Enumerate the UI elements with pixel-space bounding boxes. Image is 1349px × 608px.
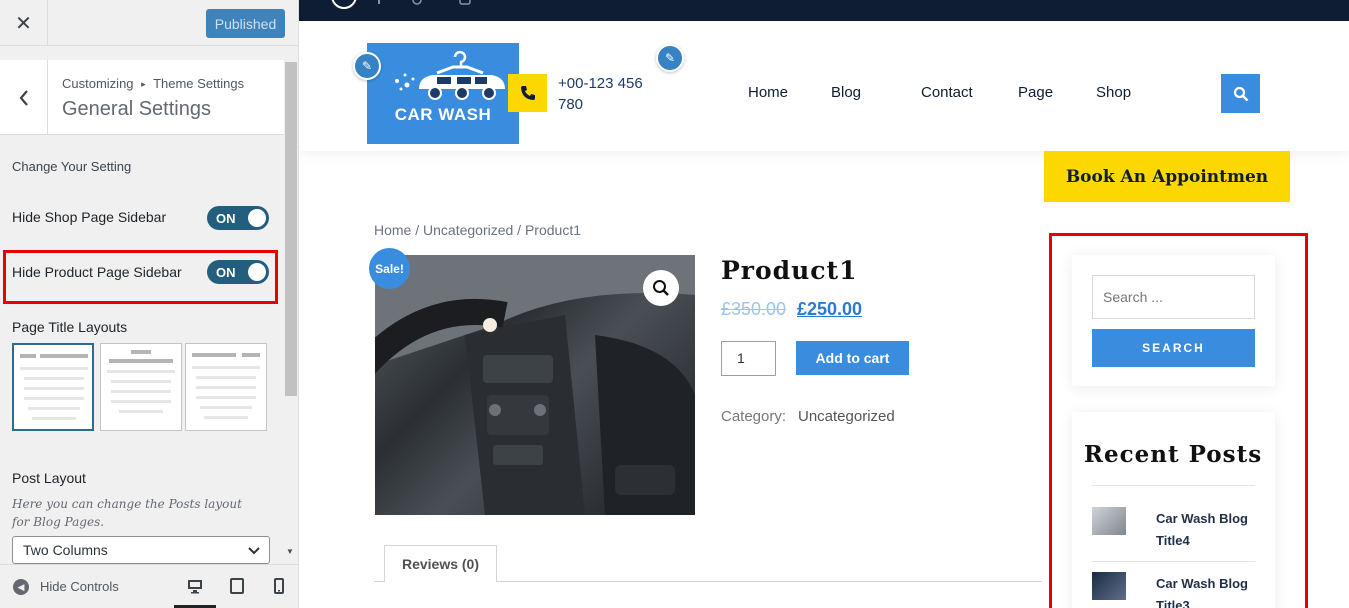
sidebar-highlight-box [1049, 233, 1308, 608]
add-to-cart-button[interactable]: Add to cart [796, 341, 909, 375]
desktop-icon[interactable] [187, 578, 203, 594]
search-icon [1233, 86, 1248, 101]
header-search-button[interactable] [1221, 74, 1260, 113]
hide-shop-sidebar-label: Hide Shop Page Sidebar [12, 209, 167, 225]
twitter-icon[interactable] [411, 0, 423, 10]
published-button[interactable]: Published [206, 9, 285, 38]
layout-option-1[interactable] [12, 343, 94, 431]
toggle-knob [248, 263, 266, 281]
toggle-state: ON [216, 265, 236, 280]
hide-product-sidebar-label: Hide Product Page Sidebar [12, 264, 182, 280]
phone-icon-box [508, 74, 547, 112]
change-setting-label: Change Your Setting [12, 159, 132, 174]
post-layout-description: Here you can change the Posts layout for… [12, 497, 242, 529]
sale-badge: Sale! [369, 248, 410, 289]
nav-page[interactable]: Page [1018, 84, 1053, 101]
logo-text: CAR WASH [394, 105, 492, 124]
customizer-panel: ✕ Published Customizing ▸ Theme Settings… [0, 0, 299, 608]
back-button[interactable] [0, 60, 48, 135]
breadcrumb-separator: ▸ [141, 79, 146, 89]
scrollbar-thumb[interactable] [285, 62, 297, 396]
post-layout-select[interactable]: Two Columns [12, 536, 270, 564]
edit-logo-shortcut[interactable]: ✎ [353, 52, 381, 80]
tab-reviews[interactable]: Reviews (0) [384, 545, 497, 582]
nav-contact[interactable]: Contact [921, 84, 973, 101]
category-label: Category: [721, 408, 787, 425]
sale-price: £250.00 [797, 299, 863, 319]
hide-controls-button[interactable]: Hide Controls [40, 579, 119, 594]
site-preview: CAR WASH ✎ ✎ +00-123 456 780 Home Blog C… [299, 0, 1349, 608]
layout-option-3[interactable] [185, 343, 267, 431]
book-appointment-button[interactable]: Book An Appointmen [1044, 151, 1290, 202]
collapse-icon[interactable]: ◀ [13, 579, 29, 595]
category-link[interactable]: Uncategorized [798, 408, 895, 425]
regular-price: £350.00 [721, 299, 787, 319]
scroll-down-arrow-icon[interactable]: ▼ [286, 547, 294, 556]
magnifier-icon [653, 280, 669, 296]
nav-blog[interactable]: Blog [831, 84, 861, 101]
phone-number[interactable]: +00-123 456 780 [558, 73, 658, 115]
breadcrumb-root: Customizing [62, 76, 134, 91]
mobile-icon[interactable] [271, 578, 287, 594]
toggle-state: ON [216, 211, 236, 226]
hide-shop-sidebar-toggle[interactable]: ON [207, 206, 269, 230]
post-layout-selected-value: Two Columns [23, 542, 108, 558]
site-header: CAR WASH ✎ ✎ +00-123 456 780 Home Blog C… [299, 21, 1349, 151]
customizer-header: ✕ Published [0, 0, 298, 46]
social-icon[interactable] [329, 0, 359, 21]
quantity-input[interactable]: 1 [721, 341, 776, 376]
breadcrumb: Home / Uncategorized / Product1 [374, 222, 581, 238]
tablet-icon[interactable] [229, 578, 245, 594]
image-zoom-button[interactable] [643, 270, 679, 306]
section-header: Customizing ▸ Theme Settings General Set… [0, 60, 284, 135]
top-bar [299, 0, 1349, 21]
nav-shop[interactable]: Shop [1096, 84, 1131, 101]
section-title: General Settings [62, 98, 211, 120]
close-icon: ✕ [15, 11, 32, 35]
chevron-down-icon [248, 547, 260, 555]
customizer-footer: ◀ Hide Controls [0, 564, 298, 608]
edit-contact-shortcut[interactable]: ✎ [656, 44, 684, 72]
page-title-layouts-label: Page Title Layouts [12, 319, 128, 335]
facebook-icon[interactable] [373, 0, 385, 10]
instagram-icon[interactable] [459, 0, 471, 10]
toggle-knob [248, 209, 266, 227]
product-title: Product1 [721, 256, 858, 285]
pencil-icon: ✎ [355, 54, 379, 78]
close-customizer-button[interactable]: ✕ [0, 0, 48, 46]
phone-icon [520, 86, 535, 100]
post-layout-label: Post Layout [12, 470, 86, 486]
pencil-icon: ✎ [658, 46, 682, 70]
customizer-breadcrumb: Customizing ▸ Theme Settings [62, 76, 244, 91]
site-logo[interactable]: CAR WASH [367, 43, 519, 144]
hide-product-sidebar-toggle[interactable]: ON [207, 260, 269, 284]
layout-option-2[interactable] [100, 343, 182, 431]
nav-home[interactable]: Home [748, 84, 788, 101]
chevron-left-icon [19, 89, 28, 106]
breadcrumb-parent: Theme Settings [153, 76, 245, 91]
car-logo-icon [395, 50, 505, 100]
